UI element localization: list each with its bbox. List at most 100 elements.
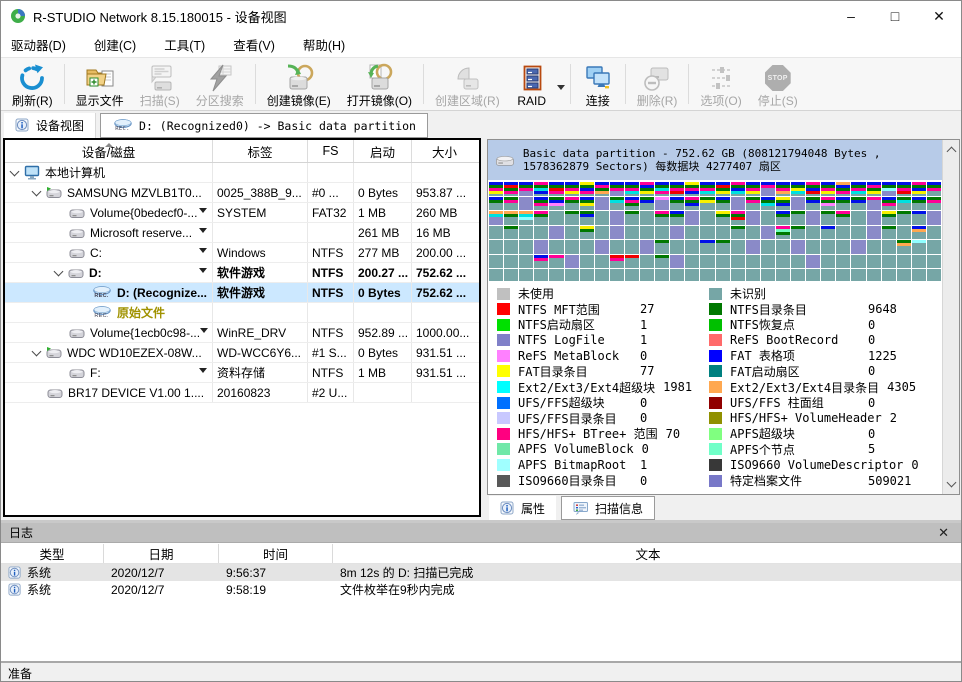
- chevron-expand-icon[interactable]: [32, 346, 42, 356]
- stop-icon: STOP: [765, 65, 791, 91]
- chevron-expand-icon[interactable]: [54, 266, 64, 276]
- chevron-expand-icon[interactable]: [10, 166, 20, 176]
- chevron-down-icon[interactable]: [199, 228, 207, 237]
- tree-row[interactable]: SAMSUNG MZVLB1T0...0025_388B_9...#0 ...0…: [5, 183, 479, 203]
- tree-row-label-cell: 资料存储: [213, 363, 308, 382]
- scan-block: [625, 197, 639, 211]
- chevron-down-icon[interactable]: [199, 208, 207, 217]
- chevron-down-icon[interactable]: [200, 328, 208, 337]
- menu-item[interactable]: 工具(T): [164, 35, 205, 54]
- scan-partition-title: Basic data partition - 752.62 GB (808121…: [523, 147, 935, 173]
- options-button[interactable]: 选项(O): [692, 60, 749, 108]
- raid-label: RAID: [517, 94, 546, 108]
- tree-column-header[interactable]: 设备/磁盘: [5, 140, 213, 162]
- rec-icon-label: REC.: [94, 314, 108, 320]
- tree-row[interactable]: REC.原始文件: [5, 303, 479, 323]
- tree-row[interactable]: C:WindowsNTFS277 MB200.00 ...: [5, 243, 479, 263]
- legend-swatch: [709, 303, 722, 315]
- tab-scan-partition[interactable]: REC. D: (Recognized0) -> Basic data part…: [100, 113, 428, 138]
- legend-label: 特定档案文件: [730, 472, 868, 489]
- menu-item[interactable]: 创建(C): [94, 35, 136, 54]
- chevron-expand-icon[interactable]: [32, 186, 42, 196]
- legend-count: 0: [642, 442, 649, 456]
- scan-block: [806, 269, 820, 281]
- log-column-header[interactable]: 日期: [104, 544, 219, 563]
- tree-column-header[interactable]: 大小: [412, 140, 477, 162]
- tree-row-fs-cell: #2 U...: [308, 383, 354, 402]
- tree-row[interactable]: D:软件游戏NTFS200.27 ...752.62 ...: [5, 263, 479, 283]
- tree-row[interactable]: WDC WD10EZEX-08W...WD-WCC6Y6...#1 S...0 …: [5, 343, 479, 363]
- tree-row-start-cell: 0 Bytes: [354, 283, 412, 302]
- tree-row-device-cell: REC.原始文件: [5, 303, 213, 322]
- create-image-button[interactable]: 创建镜像(E): [259, 60, 339, 108]
- scroll-up-icon[interactable]: [946, 147, 956, 157]
- legend-item: NTFS LogFile1: [497, 334, 709, 347]
- tree-row[interactable]: 本地计算机: [5, 163, 479, 183]
- log-column-header[interactable]: 文本: [333, 544, 962, 563]
- open-image-button[interactable]: 打开镜像(O): [339, 60, 420, 108]
- tree-row[interactable]: REC.D: (Recognize...软件游戏NTFS0 Bytes752.6…: [5, 283, 479, 303]
- scan-block: [927, 255, 941, 269]
- connect-button[interactable]: 连接: [574, 60, 622, 108]
- info-tab-bar: 属性 扫描信息: [489, 496, 655, 520]
- menu-item[interactable]: 查看(V): [233, 35, 275, 54]
- tree-row[interactable]: F:资料存储NTFS1 MB931.51 ...: [5, 363, 479, 383]
- menu-item[interactable]: 帮助(H): [303, 35, 345, 54]
- device-name: WDC WD10EZEX-08W...: [67, 346, 202, 360]
- refresh-button[interactable]: 刷新(R): [4, 60, 61, 108]
- chevron-down-icon[interactable]: [199, 368, 207, 377]
- partition-search-button[interactable]: 分区搜索: [188, 60, 252, 108]
- log-column-header[interactable]: 时间: [219, 544, 333, 563]
- log-row[interactable]: 系统2020/12/79:56:378m 12s 的 D: 扫描已完成: [1, 564, 962, 581]
- scan-block: [700, 240, 714, 254]
- raid-button[interactable]: RAID: [508, 60, 556, 108]
- tree-column-header[interactable]: 启动: [354, 140, 412, 162]
- chevron-down-icon[interactable]: [199, 248, 207, 257]
- delete-button[interactable]: 删除(R): [629, 60, 686, 108]
- legend-label: FAT 表格项: [730, 347, 868, 364]
- tab-properties[interactable]: 属性: [489, 496, 556, 520]
- disk-icon: [68, 267, 84, 279]
- tree-column-header[interactable]: FS: [308, 140, 354, 162]
- tree-row[interactable]: BR17 DEVICE V1.00 1....20160823#2 U...: [5, 383, 479, 403]
- tree-column-header[interactable]: 标签: [213, 140, 308, 162]
- scan-block: [821, 226, 835, 240]
- minimize-button[interactable]: –: [829, 1, 873, 31]
- scan-block: [912, 182, 926, 196]
- scroll-down-icon[interactable]: [946, 478, 956, 488]
- tab-device-view[interactable]: 设备视图: [4, 113, 96, 138]
- log-type-text: 系统: [27, 564, 51, 581]
- log-row[interactable]: 系统2020/12/79:58:19文件枚举在9秒内完成: [1, 581, 962, 598]
- chevron-down-icon[interactable]: [199, 268, 207, 277]
- chevron-down-icon[interactable]: [557, 85, 565, 94]
- scan-panel-scrollbar[interactable]: [942, 140, 959, 494]
- stop-button[interactable]: STOP停止(S): [750, 60, 806, 108]
- tree-row[interactable]: Volume{1ecb0c98-...WinRE_DRVNTFS952.89 .…: [5, 323, 479, 343]
- close-button[interactable]: ✕: [917, 1, 961, 31]
- scan-block: [565, 255, 579, 269]
- tree-row[interactable]: Microsoft reserve...261 MB16 MB: [5, 223, 479, 243]
- menu-item[interactable]: 驱动器(D): [11, 35, 66, 54]
- tab-scan-info[interactable]: 扫描信息: [561, 496, 655, 520]
- show-files-button[interactable]: 显示文件: [68, 60, 132, 108]
- scan-block: [595, 226, 609, 240]
- legend-column-left: 未使用NTFS MFT范围27NTFS启动扇区1NTFS LogFile1ReF…: [497, 287, 709, 487]
- scan-button[interactable]: 扫描(S): [132, 60, 188, 108]
- scan-block: [867, 226, 881, 240]
- tree-row-device-cell: Microsoft reserve...: [5, 223, 213, 242]
- tree-row[interactable]: Volume{0bedecf0-...SYSTEMFAT321 MB260 MB: [5, 203, 479, 223]
- rec-icon: REC.: [91, 306, 112, 320]
- log-close-icon[interactable]: ✕: [938, 525, 955, 541]
- log-column-header[interactable]: 类型: [1, 544, 104, 563]
- scan-block: [836, 211, 850, 225]
- scan-block: [580, 269, 594, 281]
- create-region-button[interactable]: 创建区域(R): [427, 60, 508, 108]
- legend-label: UFS/FFS超级块: [518, 394, 640, 411]
- scan-block: [882, 240, 896, 254]
- scan-information-panel: Basic data partition - 752.62 GB (808121…: [487, 139, 960, 495]
- device-name: D: (Recognize...: [117, 286, 207, 300]
- scan-block: [761, 240, 775, 254]
- scan-block: [610, 211, 624, 225]
- maximize-button[interactable]: □: [873, 1, 917, 31]
- scan-block: [776, 240, 790, 254]
